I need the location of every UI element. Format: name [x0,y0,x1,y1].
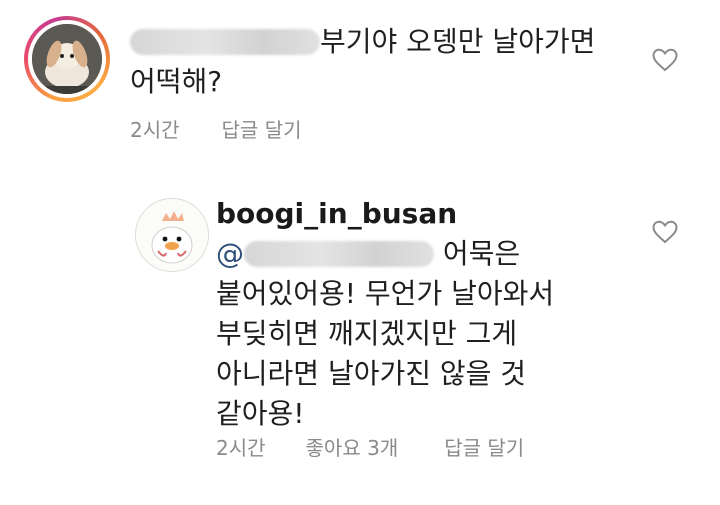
avatar[interactable] [135,198,209,272]
comment-meta: 2시간 좋아요 3개 답글 달기 [216,432,524,461]
comment-time: 2시간 [216,436,266,460]
comment-text-line3: 부딪히면 깨지겠지만 그게 [216,317,518,350]
mention-prefix[interactable]: @ [216,237,244,270]
comment-text-line1: 어묵은 [442,237,521,270]
reply-button[interactable]: 답글 달기 [222,114,302,143]
reply-button[interactable]: 답글 달기 [444,432,524,461]
redacted-mention [244,241,434,267]
duck-avatar-image [136,199,208,271]
heart-icon[interactable] [652,48,678,72]
comment-meta: 2시간 답글 달기 [130,114,302,143]
comment-text-line1: 부기야 오뎅만 날아가면 [320,25,596,58]
heart-icon[interactable] [652,220,678,244]
comment-text-line4: 아니라면 날아가진 않을 것 [216,357,527,390]
comment-text-line2: 붙어있어용! 무언가 날아와서 [216,277,555,310]
comment-body: boogi_in_busan @ 어묵은 붙어있어용! 무언가 날아와서 부딪히… [216,194,554,434]
comment-text-line5: 같아용! [216,397,305,430]
comment-time: 2시간 [130,118,180,142]
comment-username[interactable]: boogi_in_busan [216,197,457,230]
bunny-avatar-image [32,24,102,94]
comment-text-line2: 어떡해? [130,65,223,98]
avatar[interactable] [32,24,102,94]
comment-body: 부기야 오뎅만 날아가면 어떡해? [130,22,595,102]
likes-count[interactable]: 좋아요 3개 [306,432,399,461]
redacted-username [130,29,320,55]
